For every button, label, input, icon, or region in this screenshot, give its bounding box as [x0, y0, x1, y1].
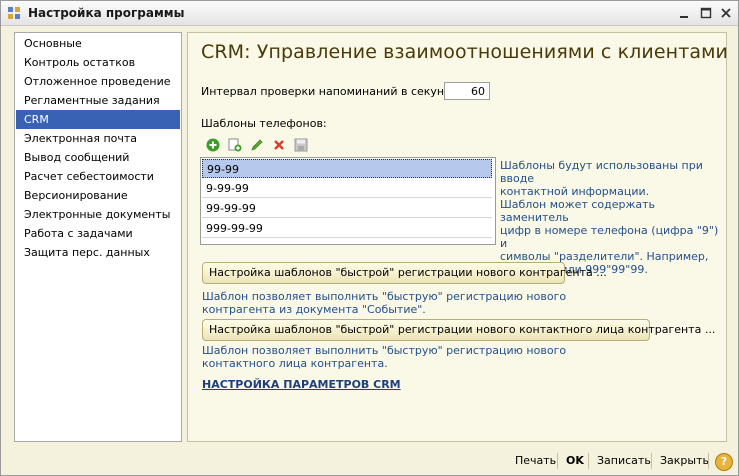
hint-line: Шаблон позволяет выполнить "быструю" рег… — [202, 290, 567, 303]
edit-icon — [251, 139, 263, 151]
sidebar-item[interactable]: Вывод сообщений — [16, 148, 180, 167]
footer-separator — [708, 453, 709, 469]
phone-templates-list[interactable]: 99-99 9-99-99 99-99-99 999-99-99 — [200, 157, 496, 245]
crm-settings-link[interactable]: НАСТРОЙКА ПАРАМЕТРОВ CRM — [202, 378, 401, 391]
sidebar-item[interactable]: Версионирование — [16, 186, 180, 205]
sidebar-item[interactable]: Электронные документы — [16, 205, 180, 224]
sidebar-item[interactable]: Работа с задачами — [16, 224, 180, 243]
page-title: CRM: Управление взаимоотношениями с клие… — [201, 41, 728, 63]
footer-separator — [588, 453, 589, 469]
delete-icon — [274, 140, 284, 150]
edit-button[interactable] — [248, 136, 266, 154]
quick-registration-button[interactable]: Настройка шаблонов "быстрой" регистрации… — [202, 262, 607, 284]
hint-line: контрагента из документа "Событие". — [202, 303, 426, 316]
quick-contact-registration-button[interactable]: Настройка шаблонов "быстрой" регистрации… — [202, 319, 715, 341]
close-button[interactable]: Закрыть — [660, 454, 709, 467]
interval-label: Интервал проверки напоминаний в секундах… — [201, 85, 469, 98]
sidebar-item[interactable]: Электронная почта — [16, 129, 180, 148]
minimize-icon[interactable] — [676, 5, 692, 21]
table-row[interactable]: 99-99 — [202, 159, 492, 178]
templates-hint: Шаблоны будут использованы при вводе конт… — [500, 159, 726, 276]
footer-separator — [557, 453, 558, 469]
quick-registration-hint: Шаблон позволяет выполнить "быструю" рег… — [202, 290, 566, 316]
copy-icon — [228, 138, 242, 152]
quick-contact-registration-hint: Шаблон позволяет выполнить "быструю" рег… — [202, 344, 566, 370]
save-button[interactable] — [292, 136, 310, 154]
maximize-icon[interactable] — [698, 5, 714, 21]
hint-line: контактного лица контрагента. — [202, 357, 388, 370]
templates-label: Шаблоны телефонов: — [201, 117, 327, 130]
hint-line: контактной информации. — [500, 185, 650, 198]
settings-sidebar: Основные Контроль остатков Отложенное пров… — [14, 32, 182, 442]
window-title: Настройка программы — [28, 6, 185, 20]
print-button[interactable]: Печать — [515, 454, 556, 467]
close-icon[interactable] — [718, 5, 734, 21]
hint-line: цифр в номере телефона (цифра "9") и — [500, 224, 719, 250]
add-icon — [206, 138, 220, 152]
save-icon — [294, 138, 308, 152]
hint-line: Шаблон может содержать заменитель — [500, 198, 656, 224]
title-bar[interactable]: Настройка программы — [1, 1, 738, 26]
table-row[interactable]: 9-99-99 — [202, 179, 492, 198]
app-icon — [8, 7, 20, 19]
help-icon: ? — [720, 455, 728, 468]
help-button[interactable]: ? — [715, 453, 733, 471]
sidebar-item[interactable]: Защита перс. данных — [16, 243, 180, 262]
save-close-button[interactable]: Записать — [597, 454, 651, 467]
delete-button[interactable] — [270, 136, 288, 154]
ok-button[interactable]: OK — [566, 454, 584, 467]
crm-settings-panel: CRM: Управление взаимоотношениями с клие… — [187, 32, 728, 442]
table-row[interactable]: 99-99-99 — [202, 199, 492, 218]
sidebar-item[interactable]: Расчет себестоимости — [16, 167, 180, 186]
sidebar-item[interactable]: CRM — [16, 110, 180, 129]
interval-input[interactable] — [444, 82, 490, 100]
sidebar-item[interactable]: Основные — [16, 34, 180, 53]
add-button[interactable] — [204, 136, 222, 154]
footer-separator — [651, 453, 652, 469]
settings-window: Настройка программы Основные Контроль ост… — [0, 0, 739, 476]
dialog-footer: Печать OK Записать Закрыть ? — [1, 448, 738, 475]
hint-line: Шаблоны будут использованы при вводе — [500, 159, 703, 185]
sidebar-item[interactable]: Отложенное проведение — [16, 72, 180, 91]
sidebar-item[interactable]: Контроль остатков — [16, 53, 180, 72]
copy-button[interactable] — [226, 136, 244, 154]
sidebar-item[interactable]: Регламентные задания — [16, 91, 180, 110]
hint-line: Шаблон позволяет выполнить "быструю" рег… — [202, 344, 567, 357]
table-row[interactable]: 999-99-99 — [202, 219, 492, 238]
